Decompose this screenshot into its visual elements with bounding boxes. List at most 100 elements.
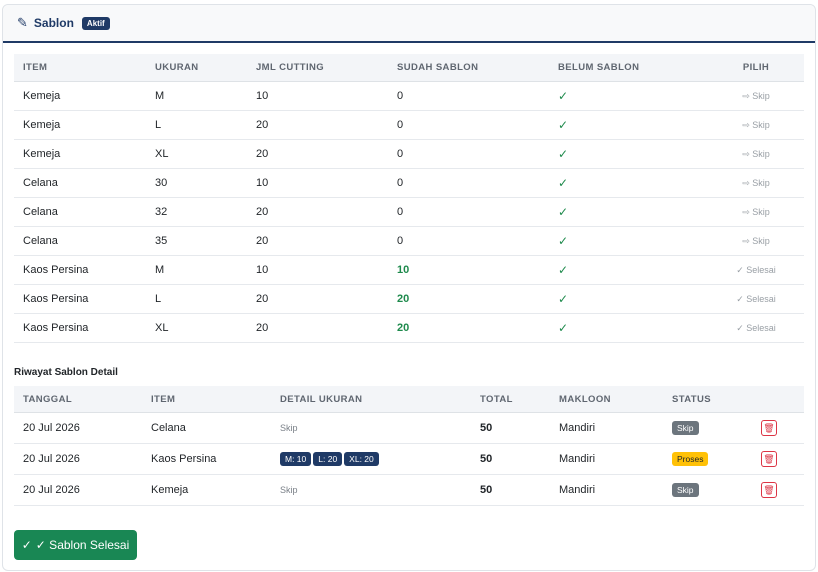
cell-jml-cutting: 20 xyxy=(247,110,388,140)
cell-total: 50 xyxy=(471,443,550,475)
cell-ukuran: 32 xyxy=(146,197,247,227)
check-icon: ✓ xyxy=(558,234,569,248)
cell-detail-ukuran: Skip xyxy=(271,474,471,506)
cell-sudah-sablon: 0 xyxy=(388,226,549,256)
cell-tanggal: 20 Jul 2026 xyxy=(14,474,142,506)
cell-belum-sablon: ✓ xyxy=(549,284,708,314)
check-icon: ✓ xyxy=(558,292,569,306)
col-item: ITEM xyxy=(142,386,271,413)
status-badge: Skip xyxy=(672,483,699,497)
trash-icon[interactable]: 🗑 xyxy=(761,420,777,436)
cell-ukuran: 35 xyxy=(146,226,247,256)
col-action xyxy=(752,386,804,413)
detail-text: Skip xyxy=(280,423,298,433)
cell-sudah-sablon: 0 xyxy=(388,139,549,169)
check-icon: ✓ xyxy=(558,89,569,103)
cell-pilih[interactable]: ⇨ Skip xyxy=(708,168,804,198)
cell-jml-cutting: 20 xyxy=(247,313,388,343)
table-row: Celana 32 20 0 ✓ ⇨ Skip xyxy=(14,197,804,227)
check-icon: ✓ xyxy=(558,147,569,161)
col-sudah-sablon: SUDAH SABLON xyxy=(388,54,549,82)
table-row: Kemeja XL 20 0 ✓ ⇨ Skip xyxy=(14,139,804,169)
check-icon: ✓ xyxy=(558,321,569,335)
cell-ukuran: XL xyxy=(146,139,247,169)
cell-jml-cutting: 20 xyxy=(247,139,388,169)
check-icon: ✓ xyxy=(558,176,569,190)
sablon-selesai-button[interactable]: ✓ ✓ Sablon Selesai xyxy=(14,530,137,560)
cell-pilih[interactable]: ⇨ Skip xyxy=(708,81,804,111)
table-row: Celana 35 20 0 ✓ ⇨ Skip xyxy=(14,226,804,256)
trash-icon[interactable]: 🗑 xyxy=(761,451,777,467)
table-row: 20 Jul 2026 Celana Skip 50 Mandiri Skip 🗑 xyxy=(14,412,804,444)
size-pill: M: 10 xyxy=(280,452,312,466)
detail-text: Skip xyxy=(280,485,298,495)
cell-belum-sablon: ✓ xyxy=(549,110,708,140)
pilih-label: Selesai xyxy=(746,293,776,304)
pilih-label: Skip xyxy=(752,148,770,159)
cell-item: Kaos Persina xyxy=(142,443,271,475)
col-ukuran: UKURAN xyxy=(146,54,247,82)
riwayat-title: Riwayat Sablon Detail xyxy=(14,367,118,378)
card-title: Sablon xyxy=(33,16,74,30)
pilih-label: Selesai xyxy=(746,322,776,333)
cell-sudah-sablon: 0 xyxy=(388,168,549,198)
pilih-label: Selesai xyxy=(746,264,776,275)
cell-action: 🗑 xyxy=(752,443,804,475)
sablon-selesai-label: ✓ Sablon Selesai xyxy=(35,538,130,552)
size-pill: XL: 20 xyxy=(344,452,379,466)
cell-jml-cutting: 10 xyxy=(247,255,388,285)
size-pill: L: 20 xyxy=(313,452,343,466)
table-row: 20 Jul 2026 Kemeja Skip 50 Mandiri Skip 🗑 xyxy=(14,474,804,506)
cell-item: Kaos Persina xyxy=(14,284,146,314)
cell-status: Proses xyxy=(663,443,752,475)
cell-total: 50 xyxy=(471,474,550,506)
skip-arrow-icon: ⇨ xyxy=(742,206,750,217)
col-belum-sablon: BELUM SABLON xyxy=(549,54,708,82)
cell-jml-cutting: 20 xyxy=(247,226,388,256)
table-row: Kaos Persina M 10 10 ✓ ✓ Selesai xyxy=(14,255,804,285)
cell-makloon: Mandiri xyxy=(550,412,663,444)
pilih-label: Skip xyxy=(752,235,770,246)
cell-pilih[interactable]: ⇨ Skip xyxy=(708,110,804,140)
cell-pilih[interactable]: ⇨ Skip xyxy=(708,139,804,169)
cell-item: Celana xyxy=(14,168,146,198)
cell-belum-sablon: ✓ xyxy=(549,255,708,285)
cell-status: Skip xyxy=(663,412,752,444)
status-badge: Proses xyxy=(672,452,709,466)
cell-belum-sablon: ✓ xyxy=(549,226,708,256)
cell-belum-sablon: ✓ xyxy=(549,197,708,227)
cell-jml-cutting: 20 xyxy=(247,284,388,314)
skip-arrow-icon: ⇨ xyxy=(742,235,750,246)
cell-item: Celana xyxy=(142,412,271,444)
check-icon: ✓ xyxy=(558,263,569,277)
table-row: Kemeja L 20 0 ✓ ⇨ Skip xyxy=(14,110,804,140)
items-table: ITEM UKURAN JML CUTTING SUDAH SABLON BEL… xyxy=(14,54,804,343)
cell-item: Kemeja xyxy=(14,110,146,140)
table-row: Kaos Persina XL 20 20 ✓ ✓ Selesai xyxy=(14,313,804,343)
cell-item: Kemeja xyxy=(14,81,146,111)
cell-item: Celana xyxy=(14,197,146,227)
cell-action: 🗑 xyxy=(752,412,804,444)
cell-pilih[interactable]: ⇨ Skip xyxy=(708,226,804,256)
cell-pilih[interactable]: ⇨ Skip xyxy=(708,197,804,227)
trash-icon[interactable]: 🗑 xyxy=(761,482,777,498)
cell-sudah-sablon: 10 xyxy=(388,255,549,285)
cell-ukuran: L xyxy=(146,284,247,314)
cell-item: Kaos Persina xyxy=(14,313,146,343)
cell-jml-cutting: 20 xyxy=(247,197,388,227)
cell-makloon: Mandiri xyxy=(550,443,663,475)
cell-pilih: ✓ Selesai xyxy=(708,284,804,314)
cell-sudah-sablon: 0 xyxy=(388,197,549,227)
cell-sudah-sablon: 0 xyxy=(388,110,549,140)
pilih-label: Skip xyxy=(752,119,770,130)
cell-ukuran: XL xyxy=(146,313,247,343)
cell-ukuran: M xyxy=(146,81,247,111)
cell-sudah-sablon: 20 xyxy=(388,313,549,343)
cell-item: Kemeja xyxy=(14,139,146,169)
riwayat-table: TANGGAL ITEM DETAIL UKURAN TOTAL MAKLOON… xyxy=(14,386,804,506)
check-icon: ✓ xyxy=(558,118,569,132)
pencil-icon: ✎ xyxy=(17,15,28,30)
cell-belum-sablon: ✓ xyxy=(549,168,708,198)
cell-ukuran: L xyxy=(146,110,247,140)
table-row: Kemeja M 10 0 ✓ ⇨ Skip xyxy=(14,81,804,111)
